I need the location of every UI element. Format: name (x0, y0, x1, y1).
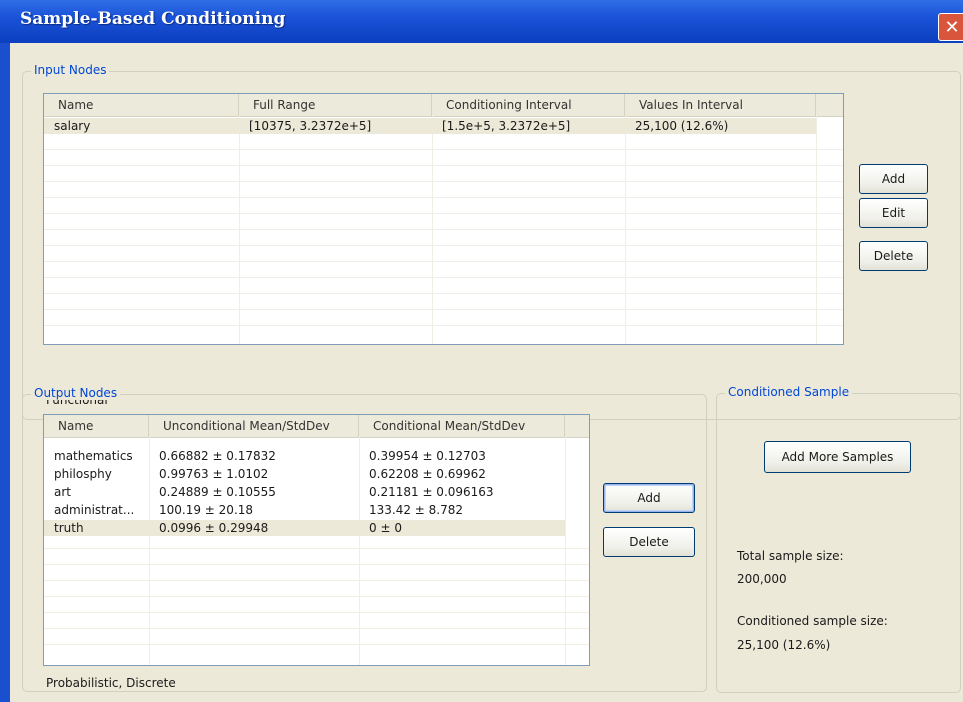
cell-conditional: 0.62208 ± 0.69962 (369, 467, 486, 481)
table-row[interactable]: art 0.24889 ± 0.10555 0.21181 ± 0.096163 (44, 484, 565, 500)
grid-line (565, 437, 566, 665)
grid-line (44, 293, 843, 294)
close-button[interactable]: ✕ (938, 13, 963, 41)
cell-conditional: 0 ± 0 (369, 521, 402, 535)
cell-unconditional: 100.19 ± 20.18 (159, 503, 254, 517)
grid-line (44, 644, 589, 645)
grid-line (432, 116, 433, 344)
input-nodes-group: Input Nodes Name Full Range Conditioning… (22, 63, 961, 420)
input-nodes-table[interactable]: Name Full Range Conditioning Interval Va… (43, 93, 844, 345)
column-header-full-range[interactable]: Full Range (239, 94, 432, 116)
table-row[interactable]: truth 0.0996 ± 0.29948 0 ± 0 (44, 520, 565, 536)
cell-name: art (54, 485, 71, 499)
table-row[interactable]: salary [10375, 3.2372e+5] [1.5e+5, 3.237… (44, 118, 816, 134)
grid-line (44, 165, 843, 166)
table-row[interactable]: administrat... 100.19 ± 20.18 133.42 ± 8… (44, 502, 565, 518)
column-header-unconditional[interactable]: Unconditional Mean/StdDev (149, 415, 359, 437)
input-delete-button[interactable]: Delete (859, 241, 928, 271)
total-sample-size-value: 200,000 (737, 572, 787, 586)
window-frame-left (0, 43, 10, 702)
input-table-header: Name Full Range Conditioning Interval Va… (44, 94, 843, 117)
conditioned-sample-size-label: Conditioned sample size: (737, 614, 888, 628)
add-more-samples-button[interactable]: Add More Samples (764, 441, 911, 473)
input-add-button[interactable]: Add (859, 164, 928, 194)
cell-name: truth (54, 521, 84, 535)
grid-line (44, 181, 843, 182)
dialog-client-area: Input Nodes Name Full Range Conditioning… (10, 43, 963, 702)
cell-name: salary (54, 119, 91, 133)
grid-line (44, 213, 843, 214)
grid-line (239, 116, 240, 344)
output-delete-button[interactable]: Delete (603, 527, 695, 557)
grid-line (44, 628, 589, 629)
cell-conditional: 133.42 ± 8.782 (369, 503, 464, 517)
cell-full-range: [10375, 3.2372e+5] (249, 119, 372, 133)
cell-conditional: 0.21181 ± 0.096163 (369, 485, 494, 499)
grid-line (816, 116, 817, 344)
close-icon: ✕ (944, 16, 960, 38)
cell-unconditional: 0.66882 ± 0.17832 (159, 449, 276, 463)
output-nodes-title: Output Nodes (31, 386, 121, 400)
output-nodes-type-label: Probabilistic, Discrete (46, 676, 176, 690)
conditioned-sample-group: Conditioned Sample Add More Samples Tota… (716, 385, 961, 693)
input-edit-button[interactable]: Edit (859, 198, 928, 228)
output-table-header: Name Unconditional Mean/StdDev Condition… (44, 415, 589, 438)
grid-line (44, 580, 589, 581)
table-row[interactable]: mathematics 0.66882 ± 0.17832 0.39954 ± … (44, 448, 565, 464)
output-add-button[interactable]: Add (603, 483, 695, 513)
cell-name: administrat... (54, 503, 135, 517)
conditioned-sample-title: Conditioned Sample (725, 385, 853, 399)
grid-line (44, 564, 589, 565)
cell-conditioning-interval: [1.5e+5, 3.2372e+5] (442, 119, 571, 133)
cell-unconditional: 0.99763 ± 1.0102 (159, 467, 269, 481)
grid-line (44, 197, 843, 198)
grid-line (44, 277, 843, 278)
cell-unconditional: 0.0996 ± 0.29948 (159, 521, 269, 535)
grid-line (44, 596, 589, 597)
column-header-name[interactable]: Name (44, 94, 239, 116)
output-nodes-table[interactable]: Name Unconditional Mean/StdDev Condition… (43, 414, 590, 666)
cell-name: philosphy (54, 467, 112, 481)
grid-line (44, 612, 589, 613)
total-sample-size-label: Total sample size: (737, 549, 844, 563)
table-row[interactable]: philosphy 0.99763 ± 1.0102 0.62208 ± 0.6… (44, 466, 565, 482)
grid-line (44, 548, 589, 549)
grid-line (44, 229, 843, 230)
conditioned-sample-size-value: 25,100 (12.6%) (737, 638, 831, 652)
column-header-values-in-interval[interactable]: Values In Interval (625, 94, 816, 116)
cell-unconditional: 0.24889 ± 0.10555 (159, 485, 276, 499)
grid-line (44, 245, 843, 246)
title-bar: Sample-Based Conditioning ✕ (0, 0, 963, 43)
column-header-conditioning-interval[interactable]: Conditioning Interval (432, 94, 625, 116)
grid-line (44, 261, 843, 262)
cell-conditional: 0.39954 ± 0.12703 (369, 449, 486, 463)
input-nodes-title: Input Nodes (31, 63, 110, 77)
column-header-conditional[interactable]: Conditional Mean/StdDev (359, 415, 565, 437)
cell-name: mathematics (54, 449, 133, 463)
column-header-name[interactable]: Name (44, 415, 149, 437)
grid-line (44, 149, 843, 150)
window-title: Sample-Based Conditioning (20, 9, 286, 29)
grid-line (625, 116, 626, 344)
grid-line (44, 309, 843, 310)
output-nodes-group: Output Nodes Name Unconditional Mean/Std… (22, 386, 707, 692)
grid-line (44, 325, 843, 326)
cell-values-in-interval: 25,100 (12.6%) (635, 119, 729, 133)
